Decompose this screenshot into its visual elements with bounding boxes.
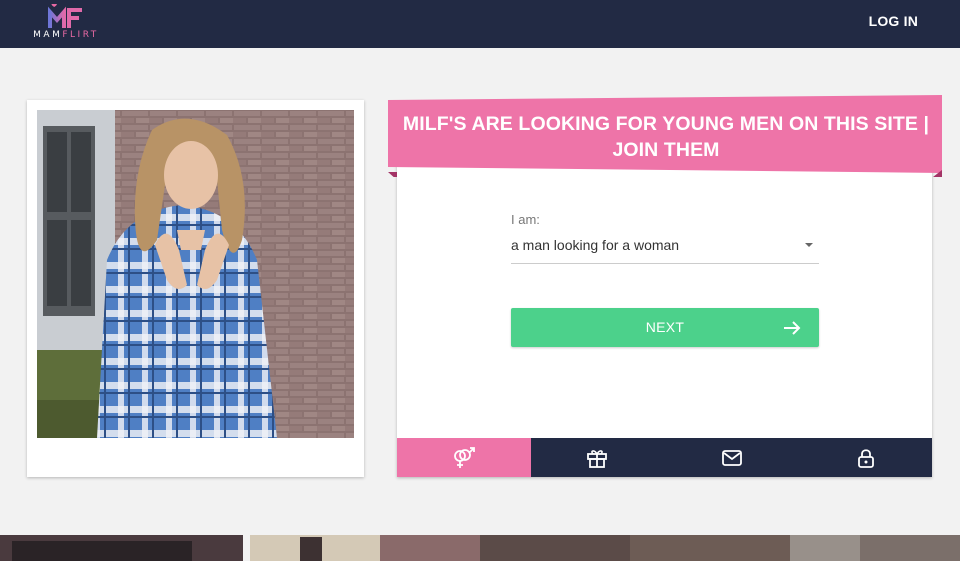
arrow-right-icon: [784, 321, 801, 335]
envelope-icon: [722, 450, 742, 466]
headline-line-1: MILF'S ARE LOOKING FOR YOUNG MEN ON THIS…: [402, 113, 930, 135]
next-button-label: NEXT: [645, 319, 685, 335]
tab-gender[interactable]: [397, 438, 531, 477]
logo-wordmark: MAMFLIRT: [33, 30, 99, 40]
lock-icon: [858, 449, 874, 468]
headline: MILF'S ARE LOOKING FOR YOUNG MEN ON THIS…: [396, 111, 936, 163]
headline-line-2: JOIN THEM: [612, 139, 720, 161]
feature-tab-bar: [397, 438, 932, 477]
logo-monogram-icon: [48, 4, 82, 28]
tab-privacy[interactable]: [799, 438, 932, 477]
profile-photo-card: [27, 100, 364, 477]
tab-gifts[interactable]: [531, 438, 665, 477]
looking-for-select[interactable]: a man looking for a woman: [511, 233, 819, 264]
profile-photo: [37, 110, 354, 438]
gender-symbol-icon: [454, 447, 475, 468]
caret-down-icon: [805, 243, 813, 247]
i-am-label: I am:: [511, 212, 540, 227]
top-navigation-bar: MAMFLIRT LOG IN: [0, 0, 960, 48]
mamflirt-logo[interactable]: MAMFLIRT: [26, 2, 106, 44]
gift-icon: [587, 450, 607, 468]
member-photos-strip: [0, 535, 960, 561]
next-button[interactable]: NEXT: [511, 308, 819, 347]
member-photo-thumbnails: [0, 535, 960, 561]
login-link[interactable]: LOG IN: [869, 13, 918, 29]
selected-option: a man looking for a woman: [511, 237, 680, 253]
tab-messages[interactable]: [665, 438, 799, 477]
